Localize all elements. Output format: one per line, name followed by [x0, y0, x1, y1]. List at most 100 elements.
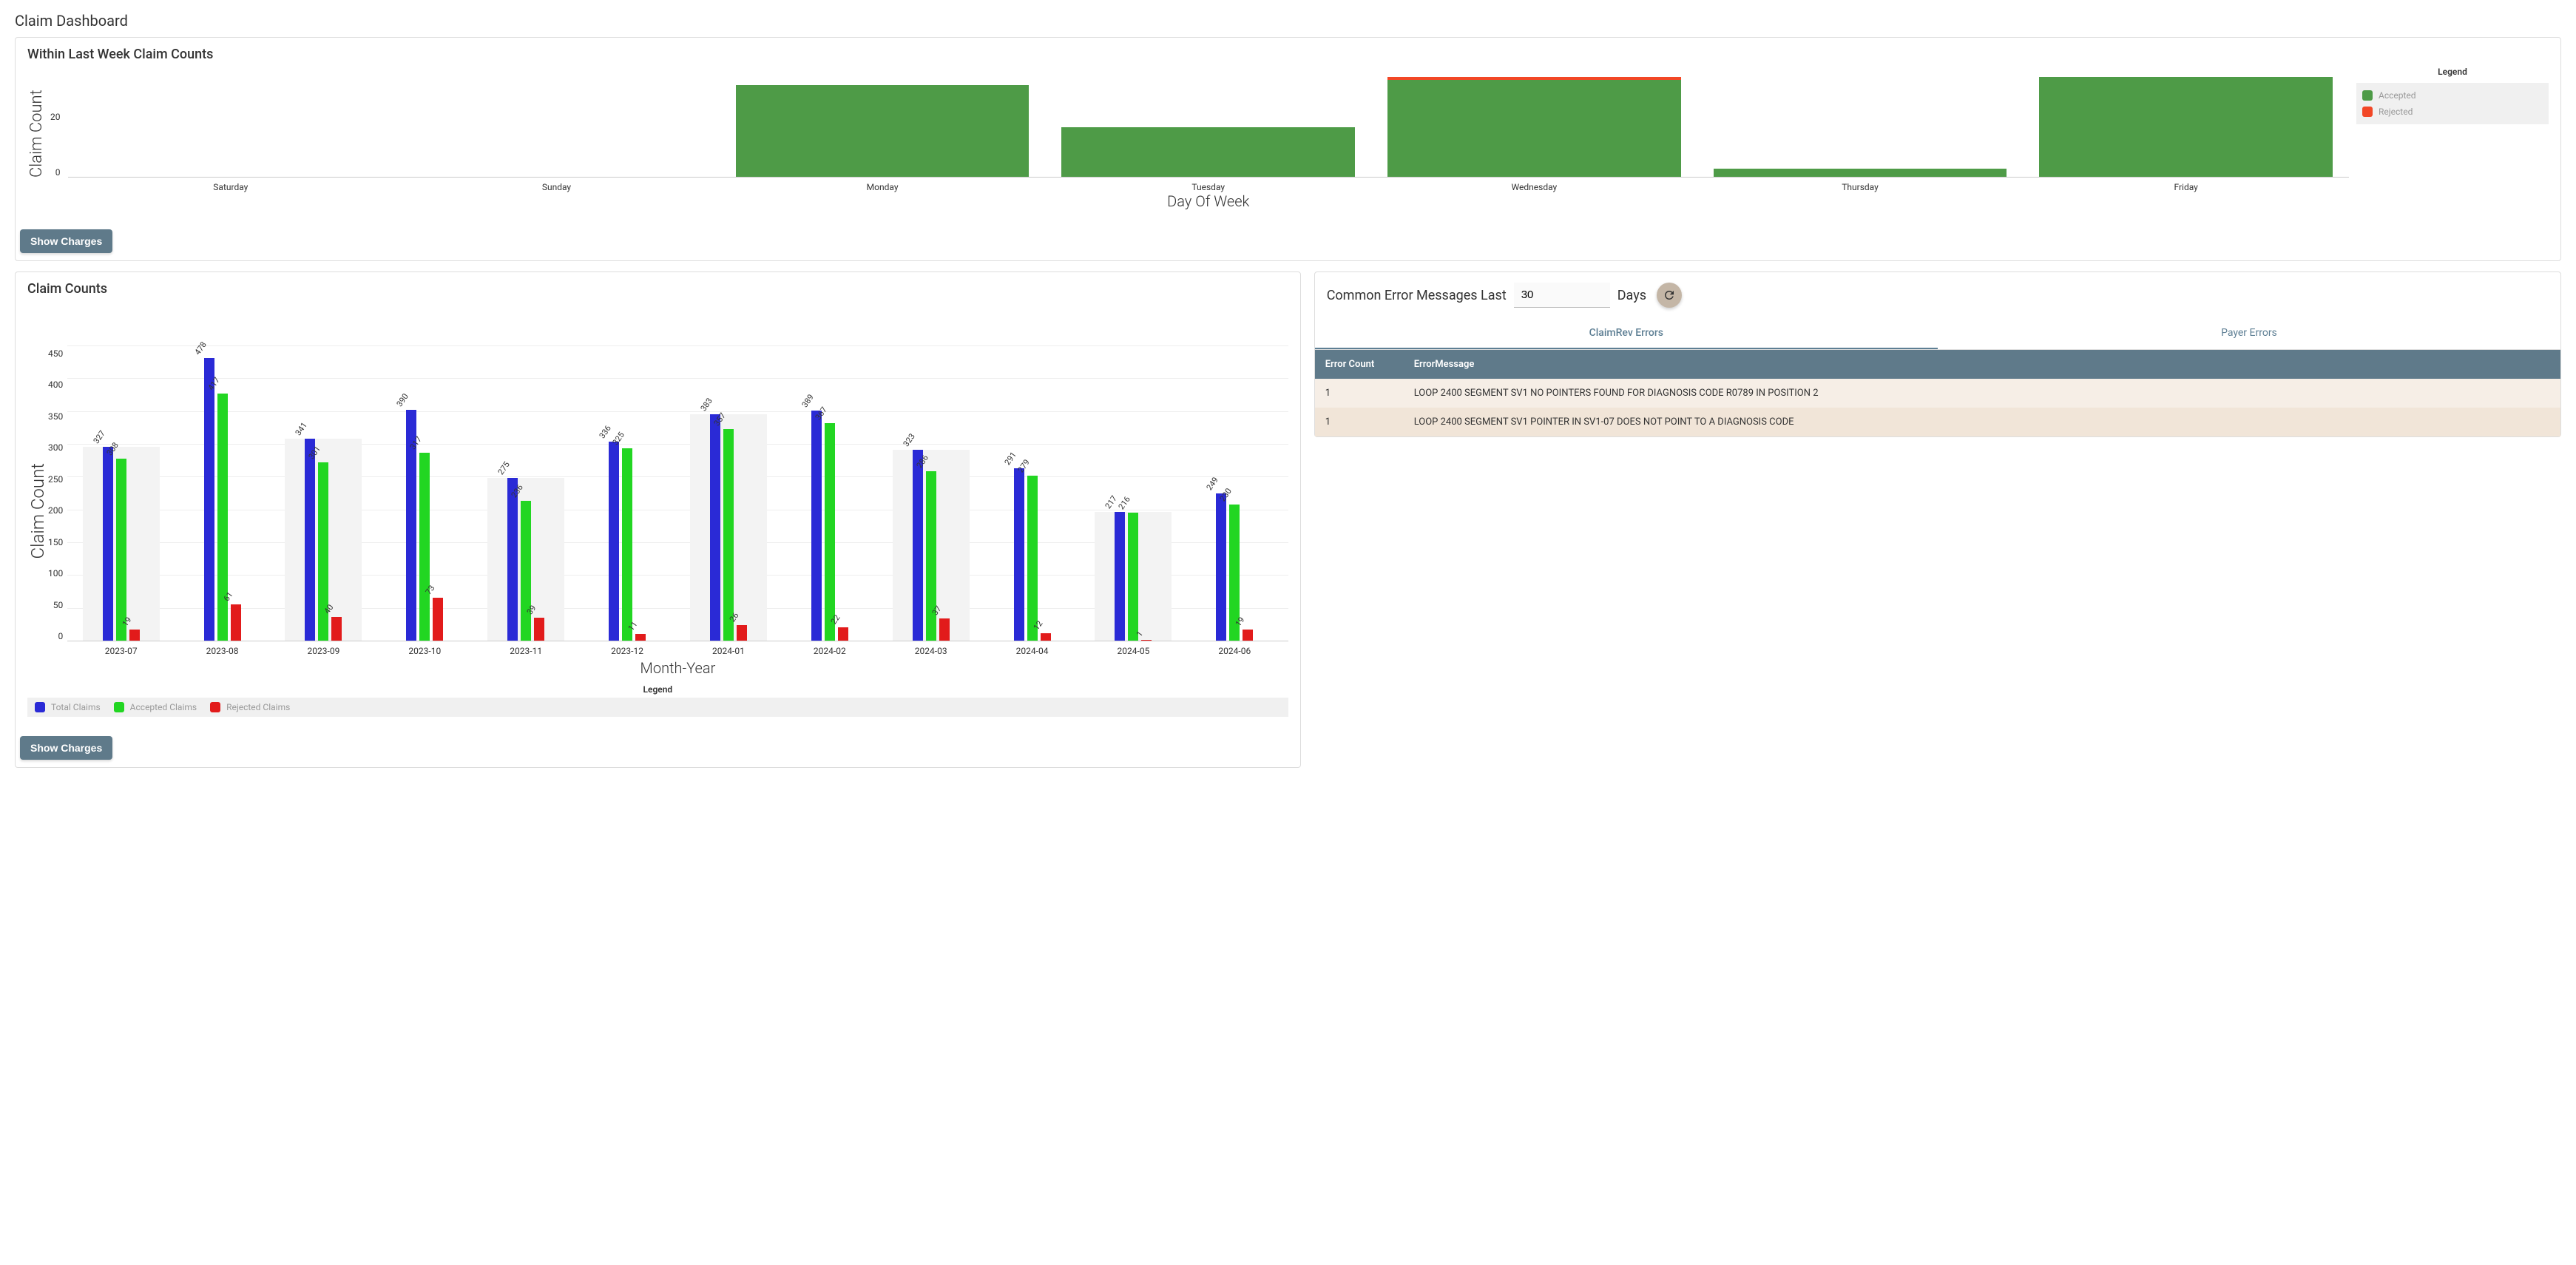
bar-value-label: 389: [799, 392, 817, 410]
monthly-cat-label: 2024-01: [677, 646, 779, 656]
swatch-red-icon: [210, 702, 220, 712]
errors-table: Error Count ErrorMessage 1LOOP 2400 SEGM…: [1315, 350, 2560, 436]
monthly-group-2024-04: 29127912: [981, 468, 1083, 641]
tab-claimrev-errors[interactable]: ClaimRev Errors: [1315, 318, 1938, 349]
error-message-cell: LOOP 2400 SEGMENT SV1 POINTER IN SV1-07 …: [1404, 408, 2560, 436]
monthly-group-2024-06: 24923019: [1184, 493, 1285, 641]
bar-value-label: 383: [699, 396, 717, 414]
bar-value-label: 275: [496, 460, 514, 478]
monthly-group-2023-09: 34130140: [273, 439, 374, 641]
monthly-group-2024-03: 32328637: [880, 450, 981, 641]
show-charges-button[interactable]: Show Charges: [20, 229, 112, 253]
monthly-group-2023-08: 47841761: [172, 358, 273, 641]
bar-value-label: 249: [1205, 475, 1223, 493]
bar-value-label: 341: [294, 421, 311, 439]
weekly-cat-label: Tuesday: [1045, 178, 1371, 192]
monthly-legend-title: Legend: [27, 684, 1288, 695]
monthly-cat-label: 2023-12: [577, 646, 678, 656]
monthly-ytick: 50: [53, 600, 64, 610]
swatch-green-icon: [2362, 90, 2373, 101]
refresh-button[interactable]: [1657, 283, 1682, 308]
monthly-cat-label: 2024-04: [981, 646, 1083, 656]
monthly-cat-label: 2023-11: [476, 646, 577, 656]
monthly-ytick: 300: [48, 442, 63, 453]
monthly-yticks: 450400350300250200150100500: [48, 345, 67, 641]
weekly-legend: Legend Accepted Rejected: [2356, 67, 2549, 210]
swatch-blue-icon: [35, 702, 45, 712]
weekly-cat-label: Wednesday: [1371, 178, 1697, 192]
bar-value-label: 390: [395, 392, 413, 410]
weekly-legend-title: Legend: [2356, 67, 2549, 77]
errors-prefix: Common Error Messages Last: [1327, 288, 1507, 303]
legend-item-accepted2: Accepted Claims: [114, 702, 197, 712]
col-error-count: Error Count: [1315, 350, 1404, 379]
monthly-panel-title: Claim Counts: [16, 272, 1300, 301]
weekly-bar-friday: [2023, 77, 2349, 177]
monthly-cat-label: 2023-08: [172, 646, 273, 656]
tab-payer-errors[interactable]: Payer Errors: [1938, 318, 2560, 349]
monthly-cat-label: 2024-02: [779, 646, 880, 656]
swatch-orange-icon: [2362, 107, 2373, 117]
error-message-cell: LOOP 2400 SEGMENT SV1 NO POINTERS FOUND …: [1404, 379, 2560, 408]
monthly-bars: 3273081947841761341301403903177327523639…: [67, 345, 1288, 641]
error-row: 1LOOP 2400 SEGMENT SV1 NO POINTERS FOUND…: [1315, 379, 2560, 408]
weekly-cat-label: Monday: [720, 178, 1046, 192]
legend-accepted-label: Accepted: [2379, 90, 2416, 101]
monthly-xlabel: Month-Year: [67, 659, 1288, 677]
monthly-cat-label: 2024-06: [1184, 646, 1285, 656]
weekly-ytick-0: 0: [55, 167, 61, 178]
error-count-cell: 1: [1315, 379, 1404, 408]
errors-suffix: Days: [1617, 288, 1646, 303]
bar-value-label: 216: [1117, 495, 1135, 513]
weekly-categories: SaturdaySundayMondayTuesdayWednesdayThur…: [68, 178, 2350, 192]
weekly-cat-label: Sunday: [393, 178, 720, 192]
bar-value-label: 327: [91, 429, 109, 447]
weekly-cat-label: Friday: [2023, 178, 2349, 192]
refresh-icon: [1663, 289, 1676, 302]
weekly-bar-wednesday: [1371, 77, 1697, 177]
monthly-cat-label: 2023-09: [273, 646, 374, 656]
weekly-bars: [68, 67, 2350, 178]
monthly-ytick: 350: [48, 411, 63, 422]
weekly-bar-monday: [720, 85, 1046, 177]
monthly-group-2023-12: 33632511: [577, 442, 678, 641]
monthly-ytick: 400: [48, 380, 63, 390]
errors-panel: Common Error Messages Last Days ClaimRev…: [1314, 271, 2561, 437]
show-charges-button-2[interactable]: Show Charges: [20, 736, 112, 760]
bar-value-label: 323: [901, 431, 919, 449]
legend-item-accepted: Accepted: [2362, 87, 2543, 104]
monthly-group-2023-07: 32730819: [70, 447, 172, 641]
monthly-ytick: 250: [48, 474, 63, 485]
monthly-ytick: 100: [48, 568, 63, 578]
error-row: 1LOOP 2400 SEGMENT SV1 POINTER IN SV1-07…: [1315, 408, 2560, 436]
swatch-lime-icon: [114, 702, 124, 712]
monthly-cat-label: 2023-07: [70, 646, 172, 656]
weekly-cat-label: Thursday: [1697, 178, 2024, 192]
weekly-bar-tuesday: [1045, 127, 1371, 178]
monthly-group-2023-10: 39031773: [374, 410, 476, 641]
legend-item-rejected: Rejected: [2362, 104, 2543, 120]
monthly-group-2024-05: 2172161: [1083, 512, 1184, 641]
monthly-categories: 2023-072023-082023-092023-102023-112023-…: [67, 641, 1288, 656]
days-input[interactable]: [1514, 283, 1610, 308]
legend-item-rejected2: Rejected Claims: [210, 702, 290, 712]
monthly-claim-panel: Claim Counts Claim Count 450 400 350 300 250…: [15, 271, 1301, 768]
monthly-group-2023-11: 27523639: [476, 478, 577, 641]
monthly-cat-label: 2023-10: [374, 646, 476, 656]
monthly-cat-label: 2024-03: [880, 646, 981, 656]
error-count-cell: 1: [1315, 408, 1404, 436]
monthly-group-2024-01: 38335726: [677, 414, 779, 641]
monthly-ytick: 150: [48, 537, 63, 547]
monthly-group-2024-02: 38936722: [779, 411, 880, 641]
monthly-cat-label: 2024-05: [1083, 646, 1184, 656]
weekly-bar-thursday: [1697, 169, 2024, 177]
weekly-ylabel: Claim Count: [27, 67, 46, 178]
monthly-ytick: 450: [48, 348, 63, 359]
weekly-panel-title: Within Last Week Claim Counts: [16, 38, 2560, 67]
weekly-ytick-20: 20: [50, 112, 61, 122]
monthly-ylabel: Claim Count: [27, 463, 48, 559]
weekly-cat-label: Saturday: [68, 178, 394, 192]
legend-item-total: Total Claims: [35, 702, 101, 712]
col-error-message: ErrorMessage: [1404, 350, 2560, 379]
weekly-xlabel: Day Of Week: [68, 192, 2350, 210]
